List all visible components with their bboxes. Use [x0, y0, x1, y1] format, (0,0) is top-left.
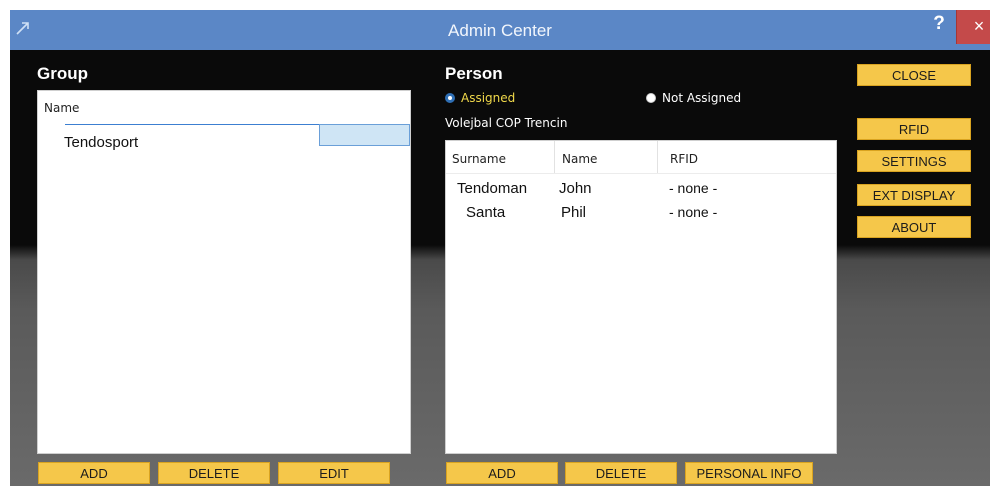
main-content: Group Name Tendosport ADD DELETE EDIT Pe… — [10, 50, 990, 486]
person-table[interactable]: Surname Name RFID Tendoman John - none -… — [445, 140, 837, 454]
column-separator — [657, 141, 658, 173]
column-name[interactable]: Name — [562, 152, 597, 166]
radio-not-assigned-label: Not Assigned — [662, 91, 742, 105]
row-rfid: - none - — [669, 204, 718, 220]
table-header-divider — [446, 173, 836, 174]
admin-center-window: Admin Center ? × Group Name Tendosport A… — [0, 0, 990, 486]
group-edit-cell[interactable] — [319, 124, 410, 146]
rfid-button[interactable]: RFID — [857, 118, 971, 140]
ext-display-button[interactable]: EXT DISPLAY — [857, 184, 971, 206]
group-delete-button[interactable]: DELETE — [158, 462, 270, 484]
column-surname[interactable]: Surname — [452, 152, 506, 166]
row-rfid: - none - — [669, 180, 718, 196]
group-column-name[interactable]: Name — [44, 101, 79, 115]
person-title: Person — [445, 64, 503, 83]
column-rfid[interactable]: RFID — [670, 152, 698, 166]
settings-button[interactable]: SETTINGS — [857, 150, 971, 172]
personal-info-button[interactable]: PERSONAL INFO — [685, 462, 813, 484]
radio-assigned[interactable]: Assigned — [445, 91, 515, 105]
radio-unselected-icon — [646, 93, 656, 103]
person-delete-button[interactable]: DELETE — [565, 462, 677, 484]
row-surname: Tendoman — [457, 180, 528, 197]
radio-assigned-label: Assigned — [461, 91, 516, 105]
radio-selected-icon — [445, 93, 455, 103]
window-close-button[interactable]: × — [956, 10, 990, 44]
help-button[interactable]: ? — [929, 10, 949, 50]
about-button[interactable]: ABOUT — [857, 216, 971, 238]
person-add-button[interactable]: ADD — [446, 462, 558, 484]
row-name: Phil — [561, 204, 587, 221]
column-separator — [554, 141, 555, 173]
row-name: John — [559, 180, 592, 197]
group-list[interactable]: Name Tendosport — [37, 90, 411, 454]
window-title: Admin Center — [448, 21, 552, 40]
title-bar[interactable]: Admin Center ? × — [10, 10, 990, 50]
group-title: Group — [37, 64, 88, 83]
group-add-button[interactable]: ADD — [38, 462, 150, 484]
row-surname: Santa — [466, 204, 506, 221]
selected-group-label: Volejbal COP Trencin — [445, 116, 568, 130]
group-edit-button[interactable]: EDIT — [278, 462, 390, 484]
radio-not-assigned[interactable]: Not Assigned — [646, 91, 741, 105]
close-button[interactable]: CLOSE — [857, 64, 971, 86]
group-item[interactable]: Tendosport — [64, 134, 138, 151]
